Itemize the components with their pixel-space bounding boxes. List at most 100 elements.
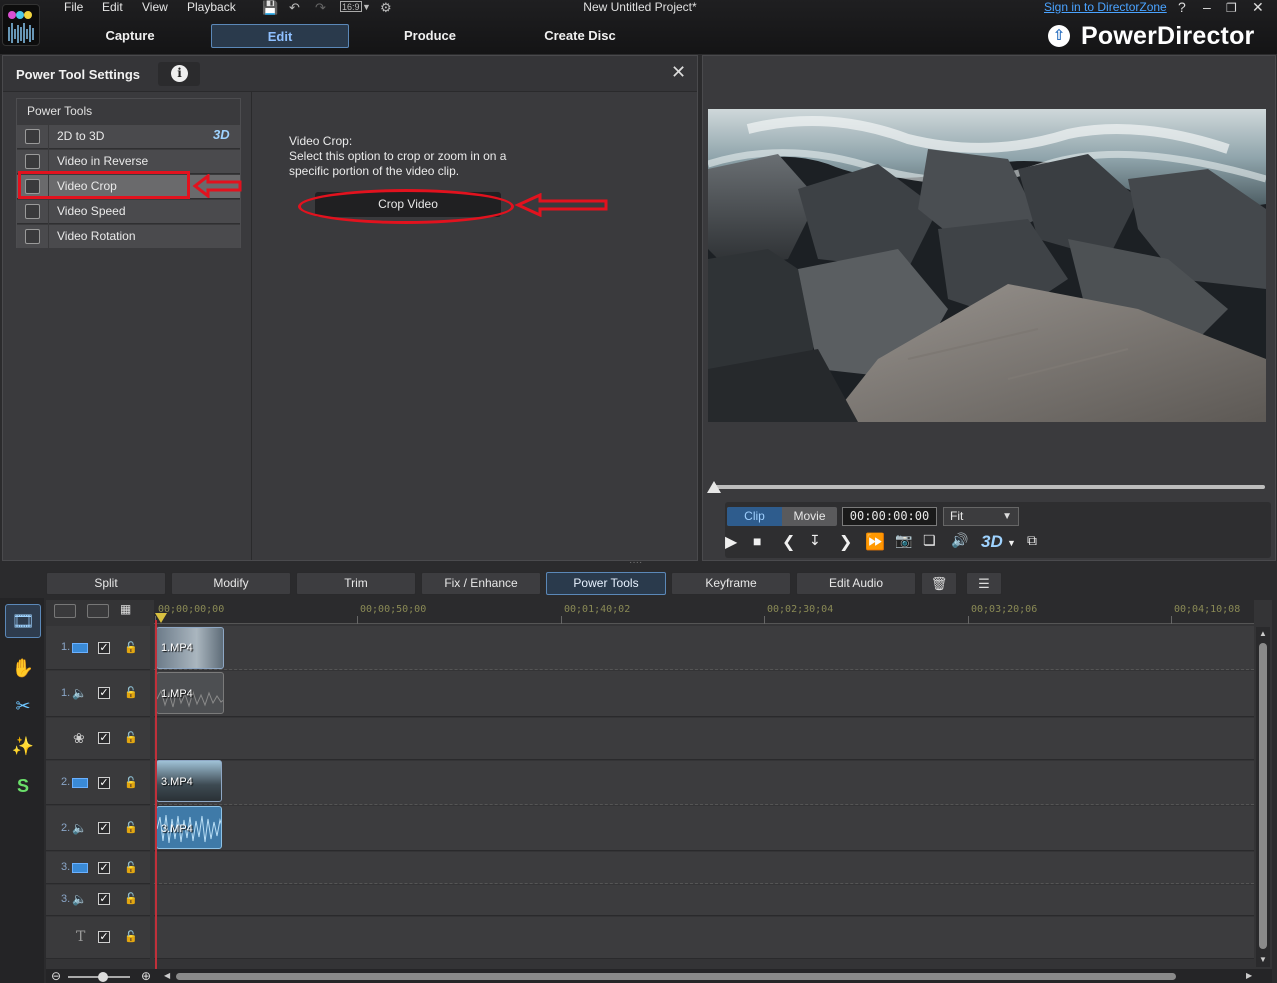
panel-splitter-vertical[interactable]: ⋮	[698, 298, 714, 317]
keyframe-button[interactable]: Keyframe	[671, 572, 791, 595]
scroll-up-icon[interactable]: ▲	[1259, 629, 1267, 638]
tool-checkbox[interactable]	[25, 154, 40, 169]
scrubber-thumb[interactable]	[707, 481, 721, 493]
close-panel-icon[interactable]: ✕	[671, 62, 686, 83]
track-video-3[interactable]	[154, 852, 1254, 884]
video-clip-1[interactable]: 1.MP4	[156, 627, 224, 669]
track-audio-3[interactable]	[154, 885, 1254, 916]
track-enable-checkbox[interactable]: ✓	[98, 893, 110, 905]
lock-icon[interactable]: 🔓	[124, 641, 138, 654]
track-view-icon[interactable]	[87, 604, 109, 618]
playhead-line[interactable]	[155, 620, 157, 970]
magic-wand-icon[interactable]: ✨	[9, 732, 37, 760]
modify-button[interactable]: Modify	[171, 572, 291, 595]
track-audio-1[interactable]	[154, 671, 1254, 717]
snapshot-icon[interactable]: 📷	[895, 532, 912, 549]
tool-checkbox[interactable]	[25, 129, 40, 144]
volume-icon[interactable]: 🔊	[951, 532, 968, 549]
info-button[interactable]: i	[158, 62, 200, 86]
track-manager-icon[interactable]: ▦	[120, 602, 142, 616]
stop-icon[interactable]: ■	[753, 533, 761, 549]
menu-view[interactable]: View	[142, 0, 168, 14]
tab-create-disc[interactable]: Create Disc	[535, 24, 625, 48]
track-video-1[interactable]	[154, 626, 1254, 670]
undo-icon[interactable]: ↶	[289, 0, 300, 16]
redo-icon[interactable]: ↷	[315, 0, 326, 16]
timeline-vertical-scrollbar[interactable]: ▲ ▼	[1256, 627, 1270, 967]
undock-icon[interactable]: ⧉	[1027, 532, 1037, 549]
3d-dropdown-icon[interactable]: ▼	[1007, 538, 1016, 548]
scissors-icon[interactable]: ✂	[9, 692, 37, 720]
tool-row-video-rotation[interactable]: Video Rotation	[17, 224, 240, 249]
track-enable-checkbox[interactable]: ✓	[98, 822, 110, 834]
previous-frame-icon[interactable]: ❮	[782, 532, 795, 552]
video-clip-2[interactable]: 3.MP4	[156, 760, 222, 802]
hand-drag-icon[interactable]: ✋	[9, 654, 37, 682]
scroll-down-icon[interactable]: ▼	[1259, 955, 1267, 964]
movie-mode-button[interactable]: Movie	[782, 507, 837, 526]
timeline-ruler[interactable]: 00;00;00;00 00;00;50;00 00;01;40;02 00;0…	[154, 600, 1254, 624]
close-window-icon[interactable]: ✕	[1252, 0, 1264, 16]
track-title[interactable]	[154, 917, 1254, 959]
minimize-icon[interactable]: –	[1203, 0, 1211, 15]
trim-button[interactable]: Trim	[296, 572, 416, 595]
display-mode-icon[interactable]: ❏	[923, 532, 936, 549]
trash-icon[interactable]: 🗑	[921, 572, 957, 595]
lock-icon[interactable]: 🔓	[124, 821, 138, 834]
panel-splitter-horizontal[interactable]: ····	[629, 558, 645, 568]
lock-icon[interactable]: 🔓	[124, 930, 138, 943]
track-enable-checkbox[interactable]: ✓	[98, 642, 110, 654]
3d-toggle-button[interactable]: 3D	[981, 532, 1003, 552]
restore-icon[interactable]: ❐	[1226, 1, 1237, 15]
edit-audio-button[interactable]: Edit Audio	[796, 572, 916, 595]
media-room-icon[interactable]: 🎞	[5, 604, 41, 638]
settings-gear-icon[interactable]: ⚙	[380, 0, 392, 16]
save-icon[interactable]: 💾	[262, 0, 278, 16]
timecode-display[interactable]: 00:00:00:00	[842, 507, 937, 526]
tab-produce[interactable]: Produce	[390, 24, 470, 48]
lock-icon[interactable]: 🔓	[124, 861, 138, 874]
tab-edit[interactable]: Edit	[211, 24, 349, 48]
transition-icon[interactable]: S	[9, 772, 37, 800]
help-icon[interactable]: ?	[1178, 0, 1186, 15]
track-enable-checkbox[interactable]: ✓	[98, 777, 110, 789]
lock-icon[interactable]: 🔓	[124, 731, 138, 744]
track-effect[interactable]	[154, 718, 1254, 760]
tool-checkbox[interactable]	[25, 204, 40, 219]
scroll-left-icon[interactable]: ◀	[164, 971, 170, 980]
track-audio-2[interactable]	[154, 806, 1254, 851]
fast-forward-icon[interactable]: ⏩	[865, 532, 885, 552]
tool-checkbox[interactable]	[25, 229, 40, 244]
mark-icon[interactable]: ↧	[809, 532, 821, 549]
menu-edit[interactable]: Edit	[102, 0, 123, 14]
audio-clip-2[interactable]: 3.MP4	[156, 806, 222, 849]
track-enable-checkbox[interactable]: ✓	[98, 862, 110, 874]
tab-capture[interactable]: Capture	[90, 24, 170, 48]
play-icon[interactable]: ▶	[725, 532, 737, 552]
zoom-out-icon[interactable]: ⊖	[51, 969, 61, 983]
lock-icon[interactable]: 🔓	[124, 686, 138, 699]
zoom-fit-dropdown[interactable]: Fit ▼	[943, 507, 1019, 526]
horizontal-scrollbar-thumb[interactable]	[176, 973, 1176, 980]
audio-clip-1[interactable]: 1.MP4	[156, 672, 224, 714]
fix-enhance-button[interactable]: Fix / Enhance	[421, 572, 541, 595]
menu-playback[interactable]: Playback	[187, 0, 236, 14]
zoom-slider-knob[interactable]	[98, 972, 108, 982]
power-tools-button[interactable]: Power Tools	[546, 572, 666, 595]
aspect-ratio-button[interactable]: 16:9	[340, 1, 362, 12]
more-features-icon[interactable]: ☰	[966, 572, 1002, 595]
aspect-dropdown-icon[interactable]: ▼	[362, 2, 371, 12]
tool-row-video-in-reverse[interactable]: Video in Reverse	[17, 149, 240, 174]
scrollbar-thumb[interactable]	[1259, 643, 1267, 949]
clip-mode-button[interactable]: Clip	[727, 507, 782, 526]
track-enable-checkbox[interactable]: ✓	[98, 931, 110, 943]
next-frame-icon[interactable]: ❯	[839, 532, 852, 552]
track-enable-checkbox[interactable]: ✓	[98, 687, 110, 699]
sign-in-link[interactable]: Sign in to DirectorZone	[1044, 0, 1167, 14]
scroll-right-icon[interactable]: ▶	[1246, 971, 1252, 980]
lock-icon[interactable]: 🔓	[124, 776, 138, 789]
fit-timeline-icon[interactable]	[54, 604, 76, 618]
zoom-in-icon[interactable]: ⊕	[141, 969, 151, 983]
lock-icon[interactable]: 🔓	[124, 892, 138, 905]
upgrade-arrow-icon[interactable]: ⇧	[1048, 25, 1070, 47]
